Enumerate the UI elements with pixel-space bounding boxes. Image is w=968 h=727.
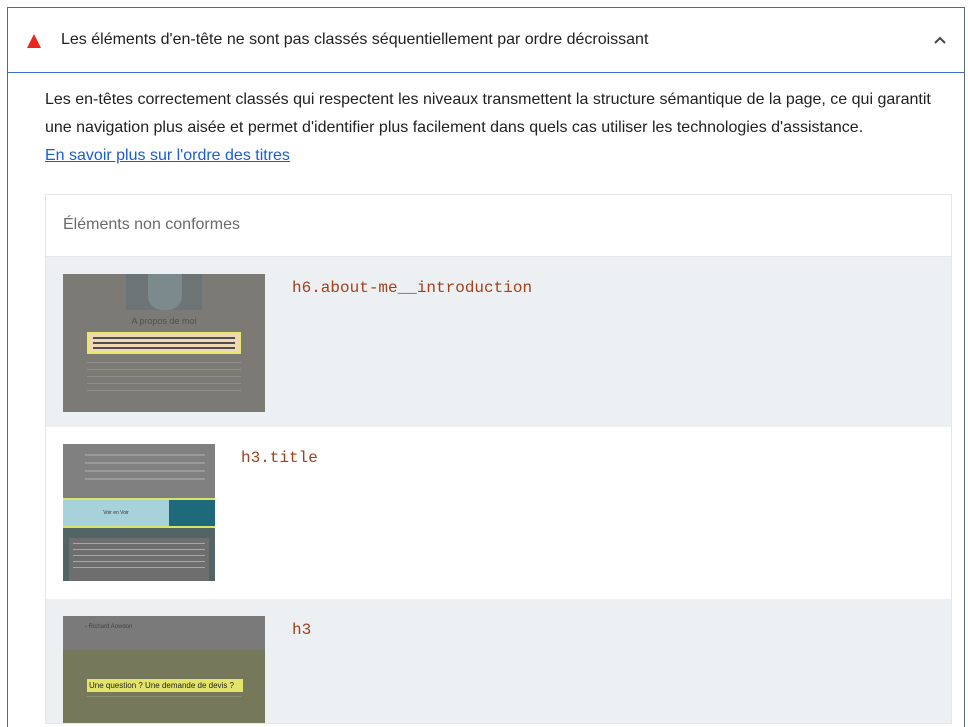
learn-more-link[interactable]: En savoir plus sur l'ordre des titres bbox=[45, 147, 290, 164]
highlighted-element bbox=[87, 332, 241, 354]
highlighted-element: Voir en Voir bbox=[63, 500, 169, 526]
thumbnail-card bbox=[69, 538, 209, 581]
description-text: Les en-têtes correctement classés qui re… bbox=[45, 91, 931, 136]
element-screenshot-thumbnail[interactable]: Voir en Voir bbox=[63, 444, 215, 581]
audit-title: Les éléments d'en-tête ne sont pas class… bbox=[61, 31, 649, 48]
chevron-up-icon[interactable] bbox=[932, 32, 948, 48]
element-selector: h3 bbox=[292, 621, 312, 639]
warning-triangle-icon bbox=[27, 34, 41, 48]
portrait-image bbox=[126, 274, 202, 310]
thumbnail-text-lines bbox=[87, 356, 241, 391]
element-screenshot-thumbnail[interactable]: - Richard Aowdon Une question ? Une dema… bbox=[63, 616, 265, 723]
table-row[interactable]: - Richard Aowdon Une question ? Une dema… bbox=[46, 599, 951, 723]
thumbnail-block bbox=[169, 500, 215, 526]
thumbnail-name: - Richard Aowdon bbox=[85, 624, 133, 630]
table-row[interactable]: Voir en Voir h3.title bbox=[46, 427, 951, 599]
audit-description: Les en-têtes correctement classés qui re… bbox=[45, 86, 955, 170]
element-screenshot-thumbnail[interactable]: A propos de moi bbox=[63, 274, 265, 412]
element-selector: h3.title bbox=[241, 449, 318, 467]
highlighted-element: Une question ? Une demande de devis ? bbox=[87, 679, 243, 692]
table-row[interactable]: A propos de moi h6.about-me__introductio… bbox=[46, 257, 951, 427]
audit-panel: Les éléments d'en-tête ne sont pas class… bbox=[7, 7, 965, 727]
audit-header[interactable]: Les éléments d'en-tête ne sont pas class… bbox=[8, 8, 964, 73]
thumbnail-text-line bbox=[87, 696, 241, 697]
failing-elements-table: Éléments non conformes A propos de moi h… bbox=[45, 194, 952, 724]
table-header-label: Éléments non conformes bbox=[63, 216, 240, 233]
element-selector: h6.about-me__introduction bbox=[292, 279, 533, 297]
thumbnail-heading: A propos de moi bbox=[131, 316, 197, 326]
thumbnail-text-lines bbox=[85, 448, 205, 480]
table-header: Éléments non conformes bbox=[46, 195, 951, 257]
